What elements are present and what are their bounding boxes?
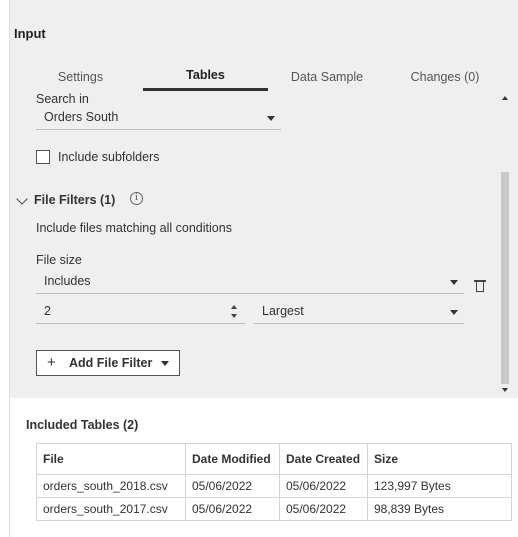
search-in-label: Search in [36, 92, 89, 106]
included-tables-table: File Date Modified Date Created Size ord… [36, 443, 512, 521]
info-circle-icon[interactable]: i [130, 192, 143, 205]
include-subfolders-label: Include subfolders [58, 150, 160, 164]
file-count-value: 2 [44, 304, 51, 318]
dropdown-caret-icon [450, 310, 458, 315]
dropdown-caret-icon [267, 116, 275, 121]
add-file-filter-button[interactable]: + Add File Filter [36, 350, 180, 376]
cell-date-modified: 05/06/2022 [185, 474, 280, 498]
included-tables-title: Included Tables (2) [26, 418, 139, 432]
search-in-value: Orders South [44, 110, 119, 124]
include-subfolders-checkbox[interactable] [36, 150, 50, 164]
scrollbar-thumb[interactable] [501, 172, 509, 384]
column-header-date-modified[interactable]: Date Modified [185, 443, 280, 475]
search-in-select[interactable]: Orders South [36, 108, 281, 130]
file-count-stepper[interactable]: 2 [36, 302, 246, 324]
panel-title: Input [14, 26, 46, 41]
cell-size: 123,997 Bytes [367, 474, 512, 498]
dropdown-caret-icon [161, 361, 169, 366]
file-size-operator-value: Includes [44, 274, 91, 288]
cell-size: 98,839 Bytes [367, 497, 512, 521]
column-header-date-created[interactable]: Date Created [279, 443, 368, 475]
scroll-up-icon[interactable] [502, 96, 508, 100]
column-header-file[interactable]: File [36, 443, 186, 475]
cell-file: orders_south_2018.csv [36, 474, 186, 498]
cell-date-created: 05/06/2022 [279, 474, 368, 498]
settings-scroll-area: Search in Orders South Include subfolder… [10, 92, 498, 398]
stepper-arrows-icon[interactable] [231, 305, 239, 319]
cell-date-modified: 05/06/2022 [185, 497, 280, 521]
file-size-mode-select[interactable]: Largest [254, 302, 464, 324]
column-header-size[interactable]: Size [367, 443, 512, 475]
chevron-down-icon[interactable] [16, 193, 28, 205]
tab-bar: Settings Tables Data Sample Changes (0) [10, 66, 500, 92]
cell-file: orders_south_2017.csv [36, 497, 186, 521]
dropdown-caret-icon [450, 280, 458, 285]
add-file-filter-label: Add File Filter [69, 356, 153, 370]
cell-date-created: 05/06/2022 [279, 497, 368, 521]
trash-icon[interactable] [474, 280, 486, 292]
input-panel: Input Settings Tables Data Sample Change… [0, 0, 518, 537]
scroll-down-icon[interactable] [502, 388, 508, 392]
file-filters-description: Include files matching all conditions [36, 221, 232, 235]
file-size-operator-select[interactable]: Includes [36, 272, 464, 294]
active-tab-indicator [143, 88, 268, 91]
file-filters-heading[interactable]: File Filters (1) [34, 193, 115, 207]
table-header-row: File Date Modified Date Created Size [36, 443, 512, 475]
vertical-scrollbar[interactable] [500, 92, 510, 398]
table-row[interactable]: orders_south_2018.csv 05/06/2022 05/06/2… [36, 474, 512, 498]
file-size-label: File size [36, 253, 82, 267]
plus-icon: + [47, 354, 56, 371]
table-row[interactable]: orders_south_2017.csv 05/06/2022 05/06/2… [36, 497, 512, 521]
file-size-mode-value: Largest [262, 304, 304, 318]
